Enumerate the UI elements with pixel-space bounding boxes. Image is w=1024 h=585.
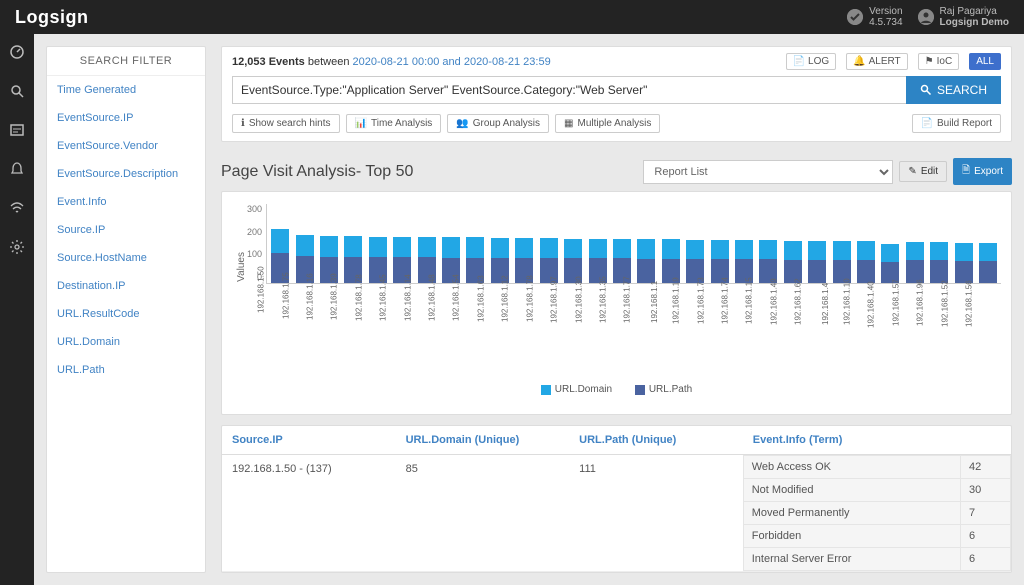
multiple-analysis-button[interactable]: ▦ Multiple Analysis	[555, 114, 660, 133]
tag-all[interactable]: ALL	[969, 53, 1001, 70]
search-button[interactable]: SEARCH	[906, 76, 1001, 104]
bar[interactable]: 192.168.1.49	[784, 241, 802, 283]
search-icon[interactable]	[9, 83, 25, 102]
bar[interactable]: 192.168.1.77	[637, 239, 655, 283]
filter-item[interactable]: Source.HostName	[47, 244, 205, 272]
chart-card: Values 3002001000 192.168.1.50192.168.1.…	[221, 191, 1012, 415]
tag-ioc[interactable]: ⚑ IoC	[918, 53, 960, 70]
user-block[interactable]: Raj PagariyaLogsign Demo	[918, 6, 1009, 28]
y-axis-label: Values	[232, 252, 247, 282]
edit-button[interactable]: ✎ Edit	[899, 161, 947, 182]
bar[interactable]: 192.168.1.96	[930, 242, 948, 283]
search-filter-panel: SEARCH FILTER Time GeneratedEventSource.…	[46, 46, 206, 573]
bar[interactable]: 192.168.1.15	[759, 240, 777, 283]
wifi-icon[interactable]	[9, 200, 25, 219]
table-header[interactable]: Event.Info (Term)	[743, 426, 1011, 455]
filter-title: SEARCH FILTER	[47, 47, 205, 76]
settings-icon[interactable]	[9, 239, 25, 258]
query-card: 12,053 Events between 2020-08-21 00:00 a…	[221, 46, 1012, 142]
nav-rail	[0, 34, 34, 585]
filter-item[interactable]: Event.Info	[47, 188, 205, 216]
report-icon[interactable]	[9, 122, 25, 141]
table-header[interactable]: URL.Path (Unique)	[569, 426, 743, 455]
logo: Logsign	[15, 7, 89, 28]
bar[interactable]: 192.168.1.57	[906, 242, 924, 283]
filter-item[interactable]: Destination.IP	[47, 272, 205, 300]
filter-item[interactable]: EventSource.IP	[47, 104, 205, 132]
filter-item[interactable]: URL.Domain	[47, 328, 205, 356]
bar[interactable]: 192.168.1.4	[832, 241, 850, 283]
search-input[interactable]	[232, 76, 906, 104]
data-table: Source.IPURL.Domain (Unique)URL.Path (Un…	[221, 425, 1012, 573]
group-analysis-button[interactable]: 👥 Group Analysis	[447, 114, 549, 133]
user-icon	[918, 9, 934, 25]
show-hints-button[interactable]: ℹ Show search hints	[232, 114, 340, 133]
tag-alert[interactable]: 🔔 ALERT	[846, 53, 908, 70]
bar[interactable]: 192.168.1.40	[881, 244, 899, 283]
tag-log[interactable]: 📄 LOG	[786, 53, 837, 70]
bar-chart: 192.168.1.50192.168.1.75192.168.1.16192.…	[266, 204, 1001, 284]
bar[interactable]: 192.168.1.10	[857, 241, 875, 283]
filter-item[interactable]: URL.Path	[47, 356, 205, 384]
page-title: Page Visit Analysis- Top 50	[221, 163, 413, 181]
event-count: 12,053 Events between 2020-08-21 00:00 a…	[232, 56, 551, 68]
bar[interactable]: 192.168.1.62	[808, 241, 826, 283]
bar[interactable]: 192.168.1.52	[954, 243, 972, 283]
version-block: Version4.5.734	[847, 6, 902, 28]
export-button[interactable]: 🗎 Export	[953, 158, 1012, 185]
report-list-select[interactable]: Report List	[643, 160, 893, 184]
filter-item[interactable]: EventSource.Description	[47, 160, 205, 188]
time-analysis-button[interactable]: 📊 Time Analysis	[346, 114, 442, 133]
dashboard-icon[interactable]	[9, 44, 25, 63]
build-report-button[interactable]: 📄 Build Report	[912, 114, 1001, 133]
table-row: 192.168.1.50 - (137) 85 111 Web Access O…	[222, 454, 1011, 571]
check-icon	[847, 9, 863, 25]
filter-item[interactable]: Time Generated	[47, 76, 205, 104]
bar[interactable]: 192.168.1.56	[979, 243, 997, 283]
alert-icon[interactable]	[9, 161, 25, 180]
filter-item[interactable]: Source.IP	[47, 216, 205, 244]
filter-item[interactable]: URL.ResultCode	[47, 300, 205, 328]
chart-legend: URL.Domain URL.Path	[232, 378, 1001, 404]
filter-item[interactable]: EventSource.Vendor	[47, 132, 205, 160]
table-header[interactable]: URL.Domain (Unique)	[396, 426, 570, 455]
table-header[interactable]: Source.IP	[222, 426, 396, 455]
